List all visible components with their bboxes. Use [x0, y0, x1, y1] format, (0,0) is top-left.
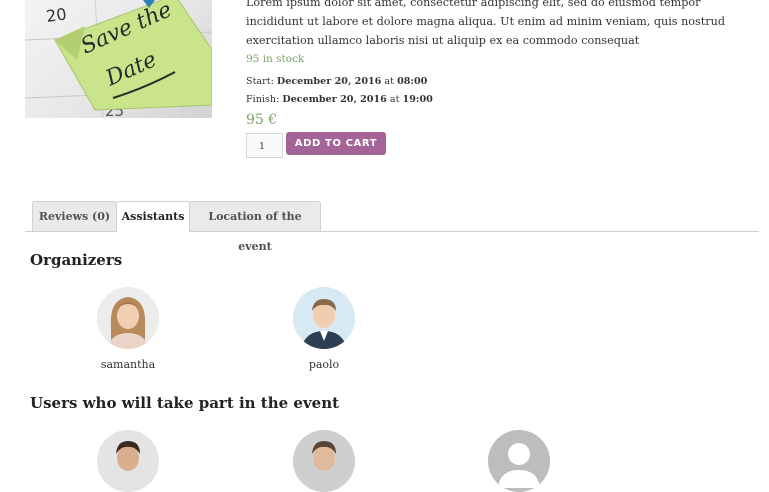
finish-label: Finish: [246, 94, 280, 105]
tab-location[interactable]: Location of the event [189, 201, 321, 253]
start-date: December 20, 2016 [276, 76, 382, 87]
organizer-name: samantha [100, 358, 156, 371]
product-image: 20 25 Save the Date [25, 0, 212, 118]
default-user-avatar-icon [488, 430, 550, 492]
organizer-card: samantha [83, 287, 173, 371]
organizer-card: paolo [279, 287, 369, 371]
organizer-name: paolo [308, 358, 340, 371]
quantity-input[interactable]: 1 [246, 133, 283, 158]
organizers-heading: Organizers [30, 251, 123, 269]
start-time: 08:00 [397, 76, 428, 87]
tab-reviews[interactable]: Reviews (0) [32, 201, 117, 231]
start-at: at [384, 76, 394, 87]
product-description: Lorem ipsum dolor sit amet, consectetur … [246, 0, 725, 47]
participant-card [279, 430, 369, 492]
product-tabs: Reviews (0) Assistants Location of the e… [0, 201, 769, 253]
man-avatar-icon [97, 430, 159, 492]
participants-heading: Users who will take part in the event [30, 394, 340, 412]
woman-avatar-icon [97, 287, 159, 349]
finish-at: at [389, 94, 400, 105]
stock-status: 95 in stock [246, 53, 305, 65]
calendar-number-top: 20 [45, 4, 68, 26]
product-price: 95 € [246, 112, 278, 128]
tab-assistants[interactable]: Assistants [116, 201, 190, 232]
finish-date: December 20, 2016 [282, 94, 387, 105]
event-start: Start: December 20, 2016 at 08:00 [246, 76, 427, 87]
event-finish: Finish: December 20, 2016 at 19:00 [246, 94, 433, 105]
man-avatar-icon [293, 430, 355, 492]
add-to-cart-button[interactable]: ADD TO CART [286, 132, 386, 155]
man-avatar-icon [293, 287, 355, 349]
participant-card [83, 430, 173, 492]
participant-card [474, 430, 564, 492]
finish-time: 19:00 [402, 94, 433, 105]
start-label: Start: [246, 76, 274, 87]
